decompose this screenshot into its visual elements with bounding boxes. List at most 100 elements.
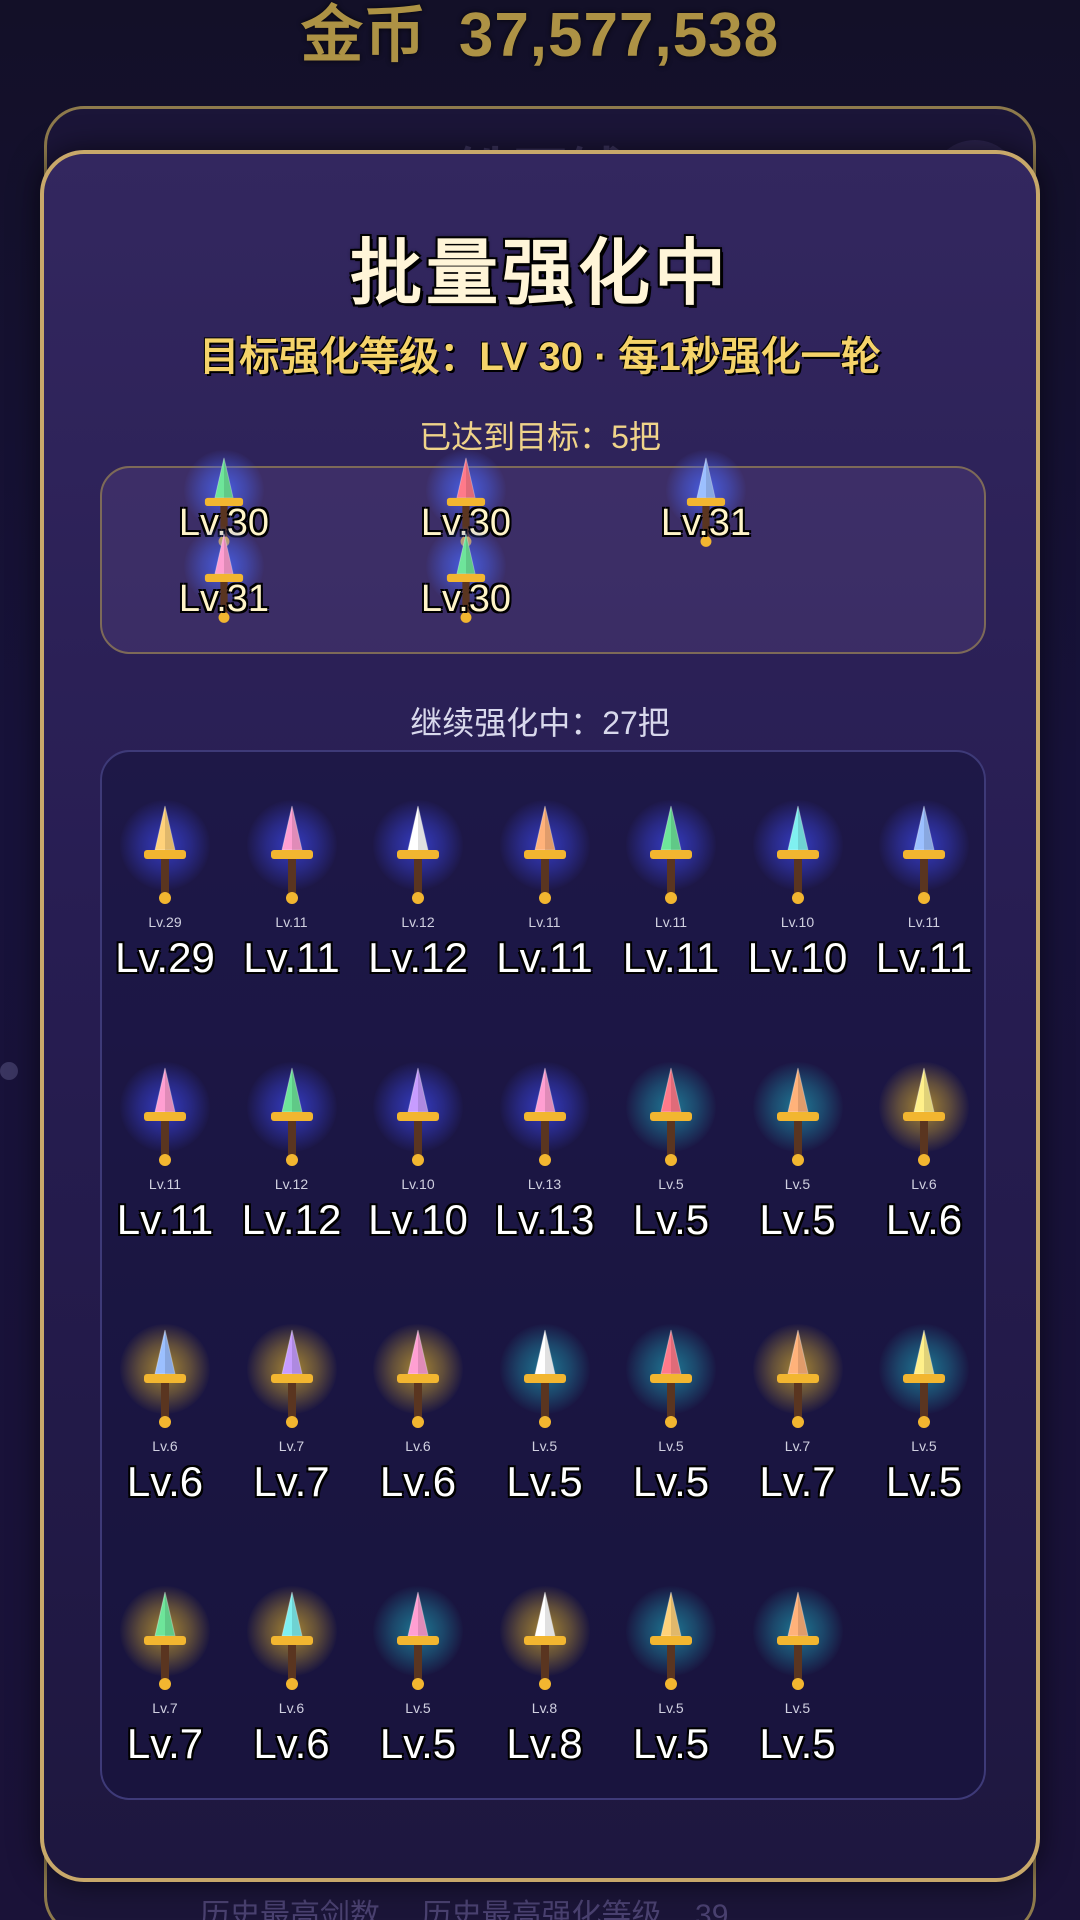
upgrading-sword[interactable]: Lv.5 Lv.5: [735, 1062, 861, 1266]
sword-icon: [776, 1067, 819, 1166]
currency-bar: 金币 37,577,538: [0, 0, 1080, 72]
currency-label: 金币: [300, 1, 427, 70]
sword-icon: [650, 1329, 692, 1428]
sword-level: Lv.5: [885, 1458, 963, 1505]
sword-level: Lv.5: [379, 1720, 457, 1767]
upgrading-sword[interactable]: Lv.11 Lv.11: [608, 800, 734, 1004]
upgrading-sword[interactable]: Lv.12 Lv.12: [355, 800, 481, 1004]
sword-level-small: Lv.6: [278, 1700, 305, 1716]
upgrading-sword[interactable]: Lv.5 Lv.5: [355, 1586, 481, 1790]
reached-label: 已达到目标：5把: [419, 419, 661, 455]
sword-level-small: Lv.5: [658, 1176, 684, 1192]
sword-icon: [776, 1329, 819, 1428]
sword-icon: [144, 805, 186, 904]
side-indicator: [0, 1062, 18, 1080]
sword-level-small: Lv.13: [527, 1176, 562, 1192]
sword-icon: [903, 1067, 945, 1166]
sword-level-small: Lv.29: [148, 914, 182, 930]
sword-level: Lv.7: [253, 1458, 330, 1505]
upgrading-sword[interactable]: Lv.8 Lv.8: [482, 1586, 608, 1790]
sword-level: Lv.13: [494, 1196, 595, 1243]
upgrading-sword[interactable]: Lv.29 Lv.29: [102, 800, 228, 1004]
sword-level-small: Lv.5: [658, 1700, 684, 1716]
upgrading-sword[interactable]: Lv.7 Lv.7: [102, 1586, 228, 1790]
sword-level-small: Lv.6: [152, 1438, 178, 1454]
upgrading-sword[interactable]: Lv.11 Lv.11: [482, 800, 608, 1004]
upgrading-sword[interactable]: Lv.5 Lv.5: [608, 1062, 734, 1266]
modal-title: 批量强化中: [349, 234, 730, 314]
sword-level: Lv.6: [885, 1196, 963, 1243]
sword-level: Lv.7: [126, 1720, 204, 1767]
sword-level: Lv.6: [253, 1720, 330, 1767]
sword-icon: [397, 805, 439, 904]
sword-icon: [270, 1329, 313, 1428]
sword-level: Lv.12: [368, 934, 468, 981]
sword-level: Lv.8: [506, 1720, 583, 1767]
sword-level: Lv.10: [368, 1196, 468, 1243]
sword-level: Lv.31: [660, 502, 752, 544]
sword-icon: [144, 1067, 186, 1166]
sword-level-small: Lv.10: [780, 914, 815, 930]
sword-icon: [776, 1591, 819, 1690]
sword-level: Lv.11: [875, 934, 973, 981]
sword-level: Lv.11: [496, 934, 593, 981]
upgrading-sword[interactable]: Lv.7 Lv.7: [229, 1324, 355, 1528]
sword-level-small: Lv.8: [531, 1700, 558, 1716]
background-stats-text: 历史最高剑数 ... 历史最高强化等级 ...39: [200, 1899, 729, 1920]
sword-level-small: Lv.7: [278, 1438, 305, 1454]
sword-level: Lv.5: [759, 1196, 836, 1243]
sword-level: Lv.5: [759, 1720, 836, 1767]
reached-sword[interactable]: Lv.31: [154, 526, 294, 632]
sword-icon: [270, 1591, 313, 1690]
continuing-swords-box: Lv.29 Lv.29 Lv.11 Lv.11 Lv.12 Lv.12 Lv.11 Lv.11…: [100, 750, 986, 1800]
upgrading-sword[interactable]: Lv.6 Lv.6: [229, 1586, 355, 1790]
sword-level: Lv.10: [747, 934, 848, 981]
upgrading-sword[interactable]: Lv.10 Lv.10: [355, 1062, 481, 1266]
upgrading-sword[interactable]: Lv.6 Lv.6: [861, 1062, 987, 1266]
upgrading-sword[interactable]: Lv.5 Lv.5: [608, 1586, 734, 1790]
upgrading-sword[interactable]: Lv.6 Lv.6: [355, 1324, 481, 1528]
upgrading-sword[interactable]: Lv.11 Lv.11: [229, 800, 355, 1004]
sword-level-small: Lv.5: [784, 1176, 811, 1192]
sword-level-small: Lv.11: [148, 1176, 182, 1192]
upgrading-sword[interactable]: Lv.5 Lv.5: [735, 1586, 861, 1790]
sword-level: Lv.29: [115, 934, 215, 981]
sword-level: Lv.11: [622, 934, 720, 981]
sword-icon: [270, 805, 313, 904]
sword-icon: [144, 1329, 186, 1428]
sword-level: Lv.5: [632, 1458, 710, 1505]
upgrading-sword[interactable]: Lv.5 Lv.5: [608, 1324, 734, 1528]
sword-icon: [903, 1329, 945, 1428]
upgrading-sword[interactable]: Lv.5 Lv.5: [482, 1324, 608, 1528]
sword-icon: [903, 805, 945, 904]
sword-level: Lv.6: [126, 1458, 204, 1505]
sword-level: Lv.6: [379, 1458, 457, 1505]
sword-level-small: Lv.11: [907, 914, 941, 930]
sword-level-small: Lv.12: [401, 914, 435, 930]
sword-level-small: Lv.7: [152, 1700, 178, 1716]
upgrading-sword[interactable]: Lv.5 Lv.5: [861, 1324, 987, 1528]
upgrading-sword[interactable]: Lv.10 Lv.10: [735, 800, 861, 1004]
sword-level-small: Lv.11: [528, 914, 561, 930]
sword-level: Lv.5: [506, 1458, 583, 1505]
upgrading-sword[interactable]: Lv.11 Lv.11: [861, 800, 987, 1004]
reached-sword[interactable]: Lv.31: [636, 450, 776, 556]
continuing-label: 继续强化中：27把: [410, 705, 670, 741]
sword-icon: [650, 1067, 692, 1166]
sword-icon: [523, 1591, 566, 1690]
sword-level-small: Lv.10: [401, 1176, 435, 1192]
upgrading-sword[interactable]: Lv.6 Lv.6: [102, 1324, 228, 1528]
sword-level: Lv.5: [632, 1720, 710, 1767]
sword-level-small: Lv.5: [911, 1438, 937, 1454]
upgrading-sword[interactable]: Lv.11 Lv.11: [102, 1062, 228, 1266]
upgrading-sword[interactable]: Lv.12 Lv.12: [229, 1062, 355, 1266]
sword-level: Lv.11: [243, 934, 340, 981]
reached-sword[interactable]: Lv.30: [396, 526, 536, 632]
sword-icon: [270, 1067, 313, 1166]
upgrading-sword[interactable]: Lv.7 Lv.7: [735, 1324, 861, 1528]
sword-icon: [144, 1591, 186, 1690]
sword-icon: [397, 1329, 439, 1428]
upgrading-sword[interactable]: Lv.13 Lv.13: [482, 1062, 608, 1266]
batch-upgrade-modal: 批量强化中 目标强化等级：LV 30 · 每1秒强化一轮 已达到目标：5把 Lv…: [40, 150, 1040, 1882]
sword-level-small: Lv.7: [784, 1438, 811, 1454]
